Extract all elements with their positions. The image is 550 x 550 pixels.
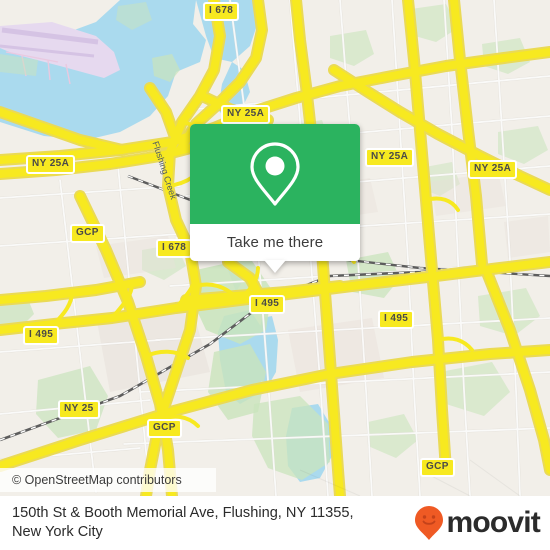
- address-text: 150th St & Booth Memorial Ave, Flushing,…: [0, 504, 414, 542]
- highway-shield: GCP: [147, 419, 182, 438]
- highway-shield: GCP: [70, 224, 105, 243]
- highway-shield: I 678: [203, 2, 240, 21]
- moovit-smiley-pin-icon: [415, 506, 444, 540]
- moovit-wordmark: moovit: [446, 506, 540, 539]
- popup-tail: [264, 260, 286, 273]
- take-me-there-label: Take me there: [226, 234, 324, 251]
- highway-shield: NY 25A: [365, 148, 415, 167]
- highway-shield: I 495: [249, 295, 286, 314]
- moovit-map-screenshot: .w{fill:#aadaee} .pk{fill:#c9e4bc} .bld{…: [0, 0, 550, 550]
- footer-bar: 150th St & Booth Memorial Ave, Flushing,…: [0, 496, 550, 550]
- highway-shield: GCP: [420, 458, 455, 477]
- highway-shield: NY 25A: [26, 155, 76, 174]
- highway-shield: I 678: [156, 239, 193, 258]
- popup-pin-area: [190, 124, 360, 224]
- osm-attribution[interactable]: © OpenStreetMap contributors: [0, 468, 216, 492]
- moovit-logo[interactable]: moovit: [414, 505, 550, 541]
- take-me-there-button[interactable]: Take me there: [190, 224, 360, 261]
- highway-shield: NY 25: [58, 400, 100, 419]
- highway-shield: I 495: [378, 310, 415, 329]
- highway-shield: NY 25A: [468, 160, 518, 179]
- map-pin-icon: [250, 142, 300, 206]
- highway-shield: I 495: [23, 326, 60, 345]
- highway-shield: NY 25A: [221, 105, 271, 124]
- address-line-2: New York City: [12, 524, 103, 540]
- address-line-1: 150th St & Booth Memorial Ave, Flushing,…: [12, 505, 354, 521]
- destination-popup-card[interactable]: Take me there: [190, 124, 360, 273]
